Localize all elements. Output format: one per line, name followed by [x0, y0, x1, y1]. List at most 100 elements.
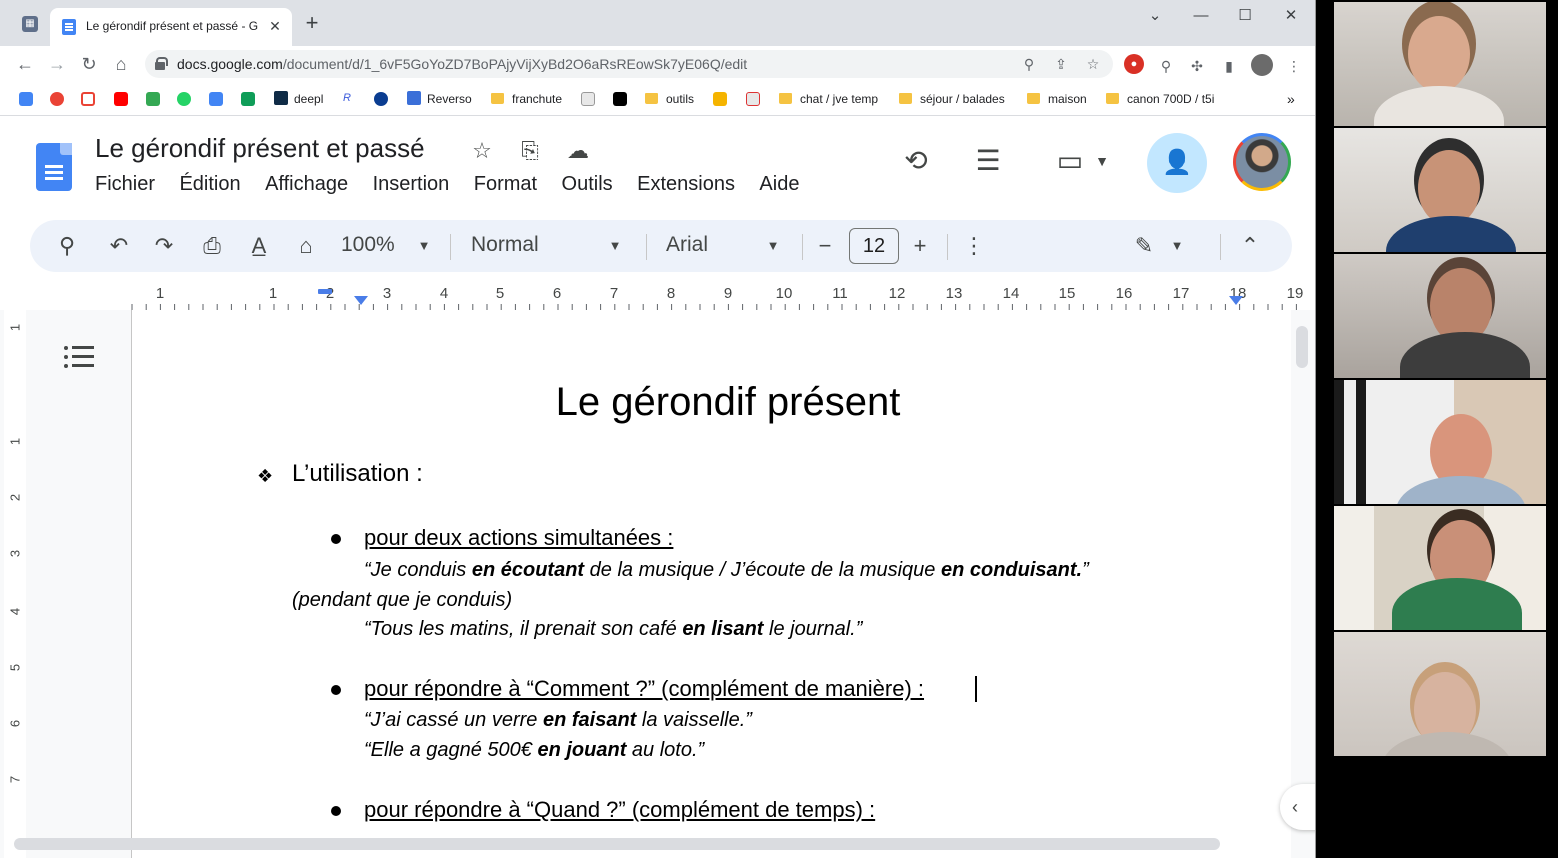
bookmark-r-icon[interactable]: R — [343, 92, 357, 106]
extension-pin-icon[interactable]: ⚲ — [1156, 56, 1176, 76]
cloud-saved-icon[interactable]: ☁ — [564, 137, 592, 165]
bookmark-franchute[interactable]: franchute — [491, 91, 562, 109]
side-panel-icon[interactable]: ▮ — [1219, 56, 1239, 76]
outline-icon[interactable] — [64, 346, 94, 372]
close-window-icon[interactable]: ✕ — [1278, 6, 1304, 26]
bookmark-reverso[interactable]: Reverso — [407, 91, 472, 109]
participant-tile[interactable] — [1334, 380, 1546, 504]
font-size-input[interactable]: 12 — [849, 228, 899, 264]
participant-tile[interactable] — [1334, 2, 1546, 126]
edit-mode-pencil-icon[interactable]: ✎ — [1130, 232, 1158, 260]
paint-format-icon[interactable]: ⌂ — [292, 232, 320, 260]
first-line-indent-marker[interactable] — [318, 289, 332, 294]
address-bar[interactable]: docs.google.com/document/d/1_6vF5GoYoZD7… — [145, 50, 1113, 78]
zoom-select[interactable]: 100% — [341, 233, 395, 257]
menu-extensions[interactable]: Extensions — [637, 173, 735, 196]
chevron-down-icon[interactable]: ▼ — [765, 234, 781, 258]
font-select[interactable]: Arial — [666, 233, 708, 257]
chevron-down-icon[interactable]: ▼ — [416, 234, 432, 258]
bookmark-canon[interactable]: canon 700D / t5i — [1106, 91, 1214, 109]
decrease-font-icon[interactable]: − — [811, 232, 839, 260]
bookmark-site-icon[interactable] — [581, 92, 595, 106]
reload-icon[interactable]: ↻ — [77, 52, 101, 76]
docs-logo-icon[interactable] — [36, 143, 72, 191]
bookmark-docs-icon[interactable] — [209, 92, 223, 106]
left-indent-marker[interactable] — [354, 296, 368, 305]
chevron-down-icon[interactable]: ▼ — [1169, 234, 1185, 258]
home-icon[interactable]: ⌂ — [109, 52, 133, 76]
bookmark-maison[interactable]: maison — [1027, 91, 1087, 109]
comment-icon[interactable]: ☰ — [968, 141, 1008, 181]
menu-edition[interactable]: Édition — [179, 173, 240, 196]
spellcheck-icon[interactable]: A̲ — [245, 232, 273, 260]
print-icon[interactable]: ⎙ — [198, 232, 226, 260]
browser-menu-icon[interactable]: ⋮ — [1284, 56, 1304, 76]
bookmark-p-icon[interactable] — [613, 92, 627, 106]
extensions-puzzle-icon[interactable]: ✣ — [1187, 56, 1207, 76]
bookmark-sejour[interactable]: séjour / balades — [899, 91, 1005, 109]
arrow-right-icon[interactable]: → — [45, 52, 69, 76]
horizontal-ruler[interactable]: 112345678910111213141516171819 — [0, 282, 1315, 310]
increase-font-icon[interactable]: + — [906, 232, 934, 260]
star-icon[interactable]: ☆ — [468, 137, 496, 165]
menu-aide[interactable]: Aide — [759, 173, 799, 196]
meet-dropdown-icon[interactable]: ▼ — [1090, 141, 1114, 181]
account-avatar[interactable] — [1233, 133, 1291, 191]
right-indent-marker[interactable] — [1229, 296, 1243, 305]
participant-tile[interactable] — [1334, 254, 1546, 378]
profile-avatar[interactable] — [1251, 54, 1273, 76]
arrow-left-icon[interactable]: ← — [13, 52, 37, 76]
url-text[interactable]: docs.google.com/document/d/1_6vF5GoYoZD7… — [177, 56, 747, 72]
history-icon[interactable]: ⟲ — [896, 141, 936, 181]
bookmark-gmail-icon[interactable] — [81, 92, 95, 106]
participant-tile[interactable] — [1334, 128, 1546, 252]
move-folder-icon[interactable]: ⎘ — [516, 137, 544, 165]
vertical-ruler[interactable]: 1 1 2 3 4 5 6 7 — [4, 310, 26, 858]
bookmark-calendar-icon[interactable] — [19, 92, 33, 106]
zoom-icon[interactable]: ⚲ — [1019, 54, 1039, 74]
more-options-icon[interactable]: ⋮ — [960, 232, 988, 260]
bookmark-drive-icon[interactable] — [146, 92, 160, 106]
participant-tile[interactable] — [1334, 632, 1546, 756]
share-page-icon[interactable]: ⇪ — [1051, 54, 1071, 74]
bookmark-deepl[interactable]: deepl — [274, 91, 323, 109]
bookmarks-overflow-icon[interactable]: » — [1287, 91, 1295, 109]
bookmark-whatsapp-icon[interactable] — [177, 92, 191, 106]
bookmark-photos-icon[interactable] — [50, 92, 64, 106]
vertical-scrollbar[interactable] — [1296, 326, 1308, 368]
document-title[interactable]: Le gérondif présent et passé — [95, 133, 425, 164]
bookmark-yellow-icon[interactable] — [713, 92, 727, 106]
bookmark-outils[interactable]: outils — [645, 91, 694, 109]
menu-affichage[interactable]: Affichage — [265, 173, 348, 196]
menu-format[interactable]: Format — [474, 173, 537, 196]
chevron-down-icon[interactable]: ▼ — [607, 234, 623, 258]
undo-icon[interactable]: ↶ — [105, 232, 133, 260]
redo-icon[interactable]: ↷ — [150, 232, 178, 260]
extension-red-icon[interactable]: ● — [1124, 54, 1144, 74]
chevron-up-icon[interactable]: ⌃ — [1236, 232, 1264, 260]
bookmark-youtube-icon[interactable] — [114, 92, 128, 106]
document-page[interactable]: Le gérondif présent ❖ L’utilisation : po… — [131, 310, 1291, 858]
menu-fichier[interactable]: Fichier — [95, 173, 155, 196]
video-camera-icon[interactable]: ▭ — [1050, 141, 1090, 181]
style-select[interactable]: Normal — [471, 233, 539, 257]
maximize-icon[interactable]: ☐ — [1232, 6, 1258, 26]
star-icon[interactable]: ☆ — [1083, 54, 1103, 74]
add-person-icon[interactable]: 👤 — [1147, 133, 1207, 193]
minimize-icon[interactable]: — — [1188, 6, 1214, 26]
tab-close-icon[interactable]: ✕ — [265, 16, 285, 36]
search-icon[interactable]: ⚲ — [53, 232, 81, 260]
participant-tile[interactable] — [1334, 506, 1546, 630]
new-tab-button[interactable]: + — [300, 12, 324, 36]
bookmark-red-icon[interactable] — [746, 92, 760, 106]
tab-list-chevron-icon[interactable]: ⌄ — [1142, 6, 1168, 26]
bookmark-star-icon[interactable] — [374, 92, 388, 106]
horizontal-scrollbar[interactable] — [14, 838, 1220, 850]
bookmark-sheets-icon[interactable] — [241, 92, 255, 106]
tab-search-icon[interactable]: ▦ — [22, 16, 38, 32]
menu-insertion[interactable]: Insertion — [373, 173, 450, 196]
tab-google-doc[interactable]: Le gérondif présent et passé - G ✕ — [50, 8, 292, 46]
menu-outils[interactable]: Outils — [562, 173, 613, 196]
example-2: “Tous les matins, il prenait son café en… — [364, 618, 863, 640]
bookmark-chat[interactable]: chat / jve temp — [779, 91, 878, 109]
